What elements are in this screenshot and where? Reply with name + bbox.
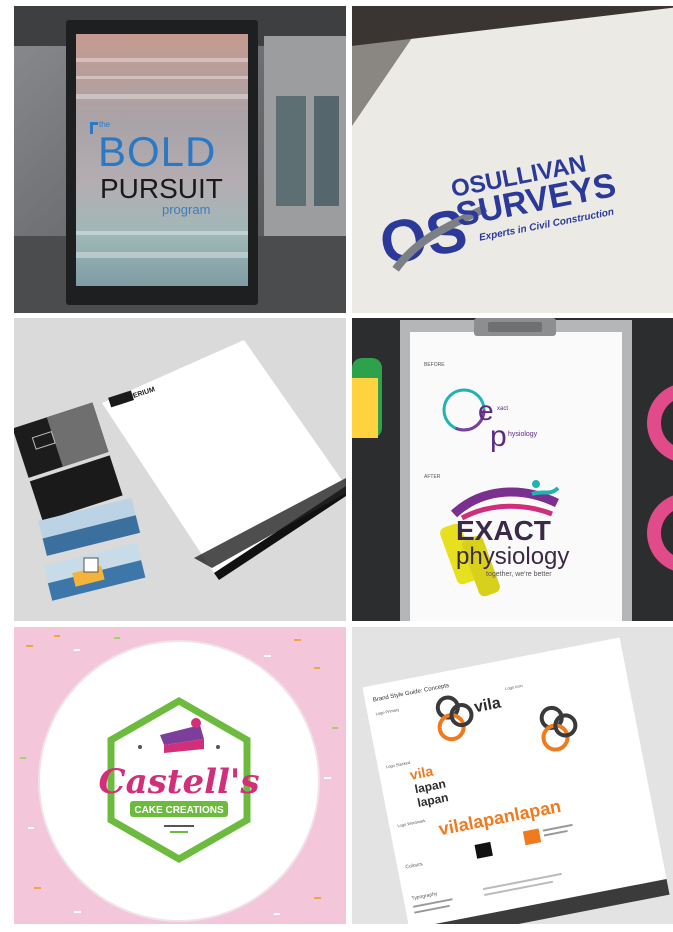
old-xact-text: xact xyxy=(497,406,508,412)
before-label: BEFORE xyxy=(424,362,445,368)
exact-tagline: together, we're better xyxy=(486,571,552,578)
old-p-text: p xyxy=(490,420,507,453)
colour-swatch-black xyxy=(474,841,493,859)
colour-swatch-orange xyxy=(522,828,542,846)
after-label: AFTER xyxy=(424,474,441,480)
osullivan-surveys-tile[interactable]: OS OSULLIVAN SURVEYS Experts in Civil Co… xyxy=(352,6,673,313)
castells-name: Castell's xyxy=(99,762,260,802)
physiology-word: physiology xyxy=(456,543,569,570)
poster-pursuit-text: PURSUIT xyxy=(100,173,223,204)
poster-bold-text: BOLD xyxy=(98,128,216,175)
bold-pursuit-poster-tile[interactable]: the BOLD PURSUIT program xyxy=(14,6,346,313)
exact-word: EXACT xyxy=(456,515,551,546)
castells-cake-tile[interactable]: Castell's CAKE CREATIONS xyxy=(14,627,346,924)
vila-lapan-tile[interactable]: Brand Style Guide: Concepts Logo Primary… xyxy=(352,627,673,924)
imperium-stationery-tile[interactable]: IMPERIUM xyxy=(14,318,346,621)
poster-program-text: program xyxy=(162,202,210,217)
old-hysiology-text: hysiology xyxy=(508,431,538,438)
cake-creations-text: CAKE CREATIONS xyxy=(134,805,224,816)
exact-physiology-tile[interactable]: BEFORE e xact p hysiology AFTER EXACT ph… xyxy=(352,318,673,621)
